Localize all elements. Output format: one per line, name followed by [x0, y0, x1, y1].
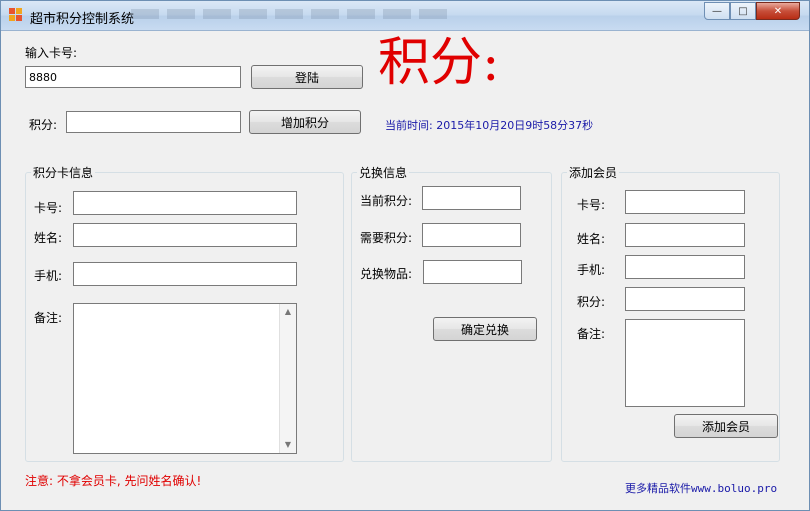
add-member-title: 添加会员 [567, 164, 620, 181]
member-notes-label: 备注: [577, 327, 606, 341]
points-label: 积分: [29, 118, 58, 132]
exchange-item-label: 兑换物品: [360, 267, 413, 281]
exchange-item-input[interactable] [423, 260, 522, 284]
blurred-background-text [131, 9, 451, 19]
scroll-down-icon[interactable]: ▼ [280, 438, 296, 452]
add-points-button[interactable]: 增加积分 [249, 110, 361, 134]
notes-scrollbar[interactable]: ▲ ▼ [279, 304, 296, 453]
info-card-number-label: 卡号: [34, 201, 63, 215]
close-button[interactable]: ✕ [756, 2, 800, 20]
current-points-label: 当前积分: [360, 194, 413, 208]
login-button[interactable]: 登陆 [251, 65, 363, 89]
info-phone-label: 手机: [34, 269, 63, 283]
window-title: 超市积分控制系统 [30, 12, 135, 27]
info-notes-label: 备注: [34, 311, 63, 325]
title-bar: 超市积分控制系统 — □ ✕ [1, 1, 809, 31]
app-icon [9, 8, 23, 22]
info-phone-input[interactable] [73, 262, 297, 286]
info-name-input[interactable] [73, 223, 297, 247]
info-card-number-input[interactable] [73, 191, 297, 215]
required-points-label: 需要积分: [360, 231, 413, 245]
info-notes-textarea[interactable]: ▲ ▼ [73, 303, 297, 454]
member-card-number-label: 卡号: [577, 198, 606, 212]
member-name-input[interactable] [625, 223, 745, 247]
card-number-input[interactable] [25, 66, 241, 88]
member-phone-input[interactable] [625, 255, 745, 279]
points-input[interactable] [66, 111, 241, 133]
member-phone-label: 手机: [577, 263, 606, 277]
notice-text: 注意: 不拿会员卡, 先问姓名确认! [25, 474, 202, 488]
confirm-exchange-button[interactable]: 确定兑换 [433, 317, 537, 341]
maximize-button[interactable]: □ [730, 2, 756, 20]
info-name-label: 姓名: [34, 231, 63, 245]
card-info-title: 积分卡信息 [31, 164, 96, 181]
add-member-button[interactable]: 添加会员 [674, 414, 778, 438]
exchange-title: 兑换信息 [357, 164, 410, 181]
member-name-label: 姓名: [577, 232, 606, 246]
member-points-input[interactable] [625, 287, 745, 311]
required-points-input[interactable] [422, 223, 521, 247]
app-window: 超市积分控制系统 — □ ✕ 输入卡号: 登陆 积分: 增加积分 积分: 当前时… [0, 0, 810, 511]
current-points-input[interactable] [422, 186, 521, 210]
member-notes-textarea[interactable] [625, 319, 745, 407]
minimize-button[interactable]: — [704, 2, 730, 20]
card-number-label: 输入卡号: [25, 46, 78, 60]
points-big-title: 积分: [378, 33, 500, 93]
promo-link[interactable]: 更多精品软件www.boluo.pro [625, 480, 777, 496]
member-points-label: 积分: [577, 295, 606, 309]
scroll-up-icon[interactable]: ▲ [280, 305, 296, 319]
current-time: 当前时间: 2015年10月20日9时58分37秒 [385, 119, 594, 132]
member-card-number-input[interactable] [625, 190, 745, 214]
